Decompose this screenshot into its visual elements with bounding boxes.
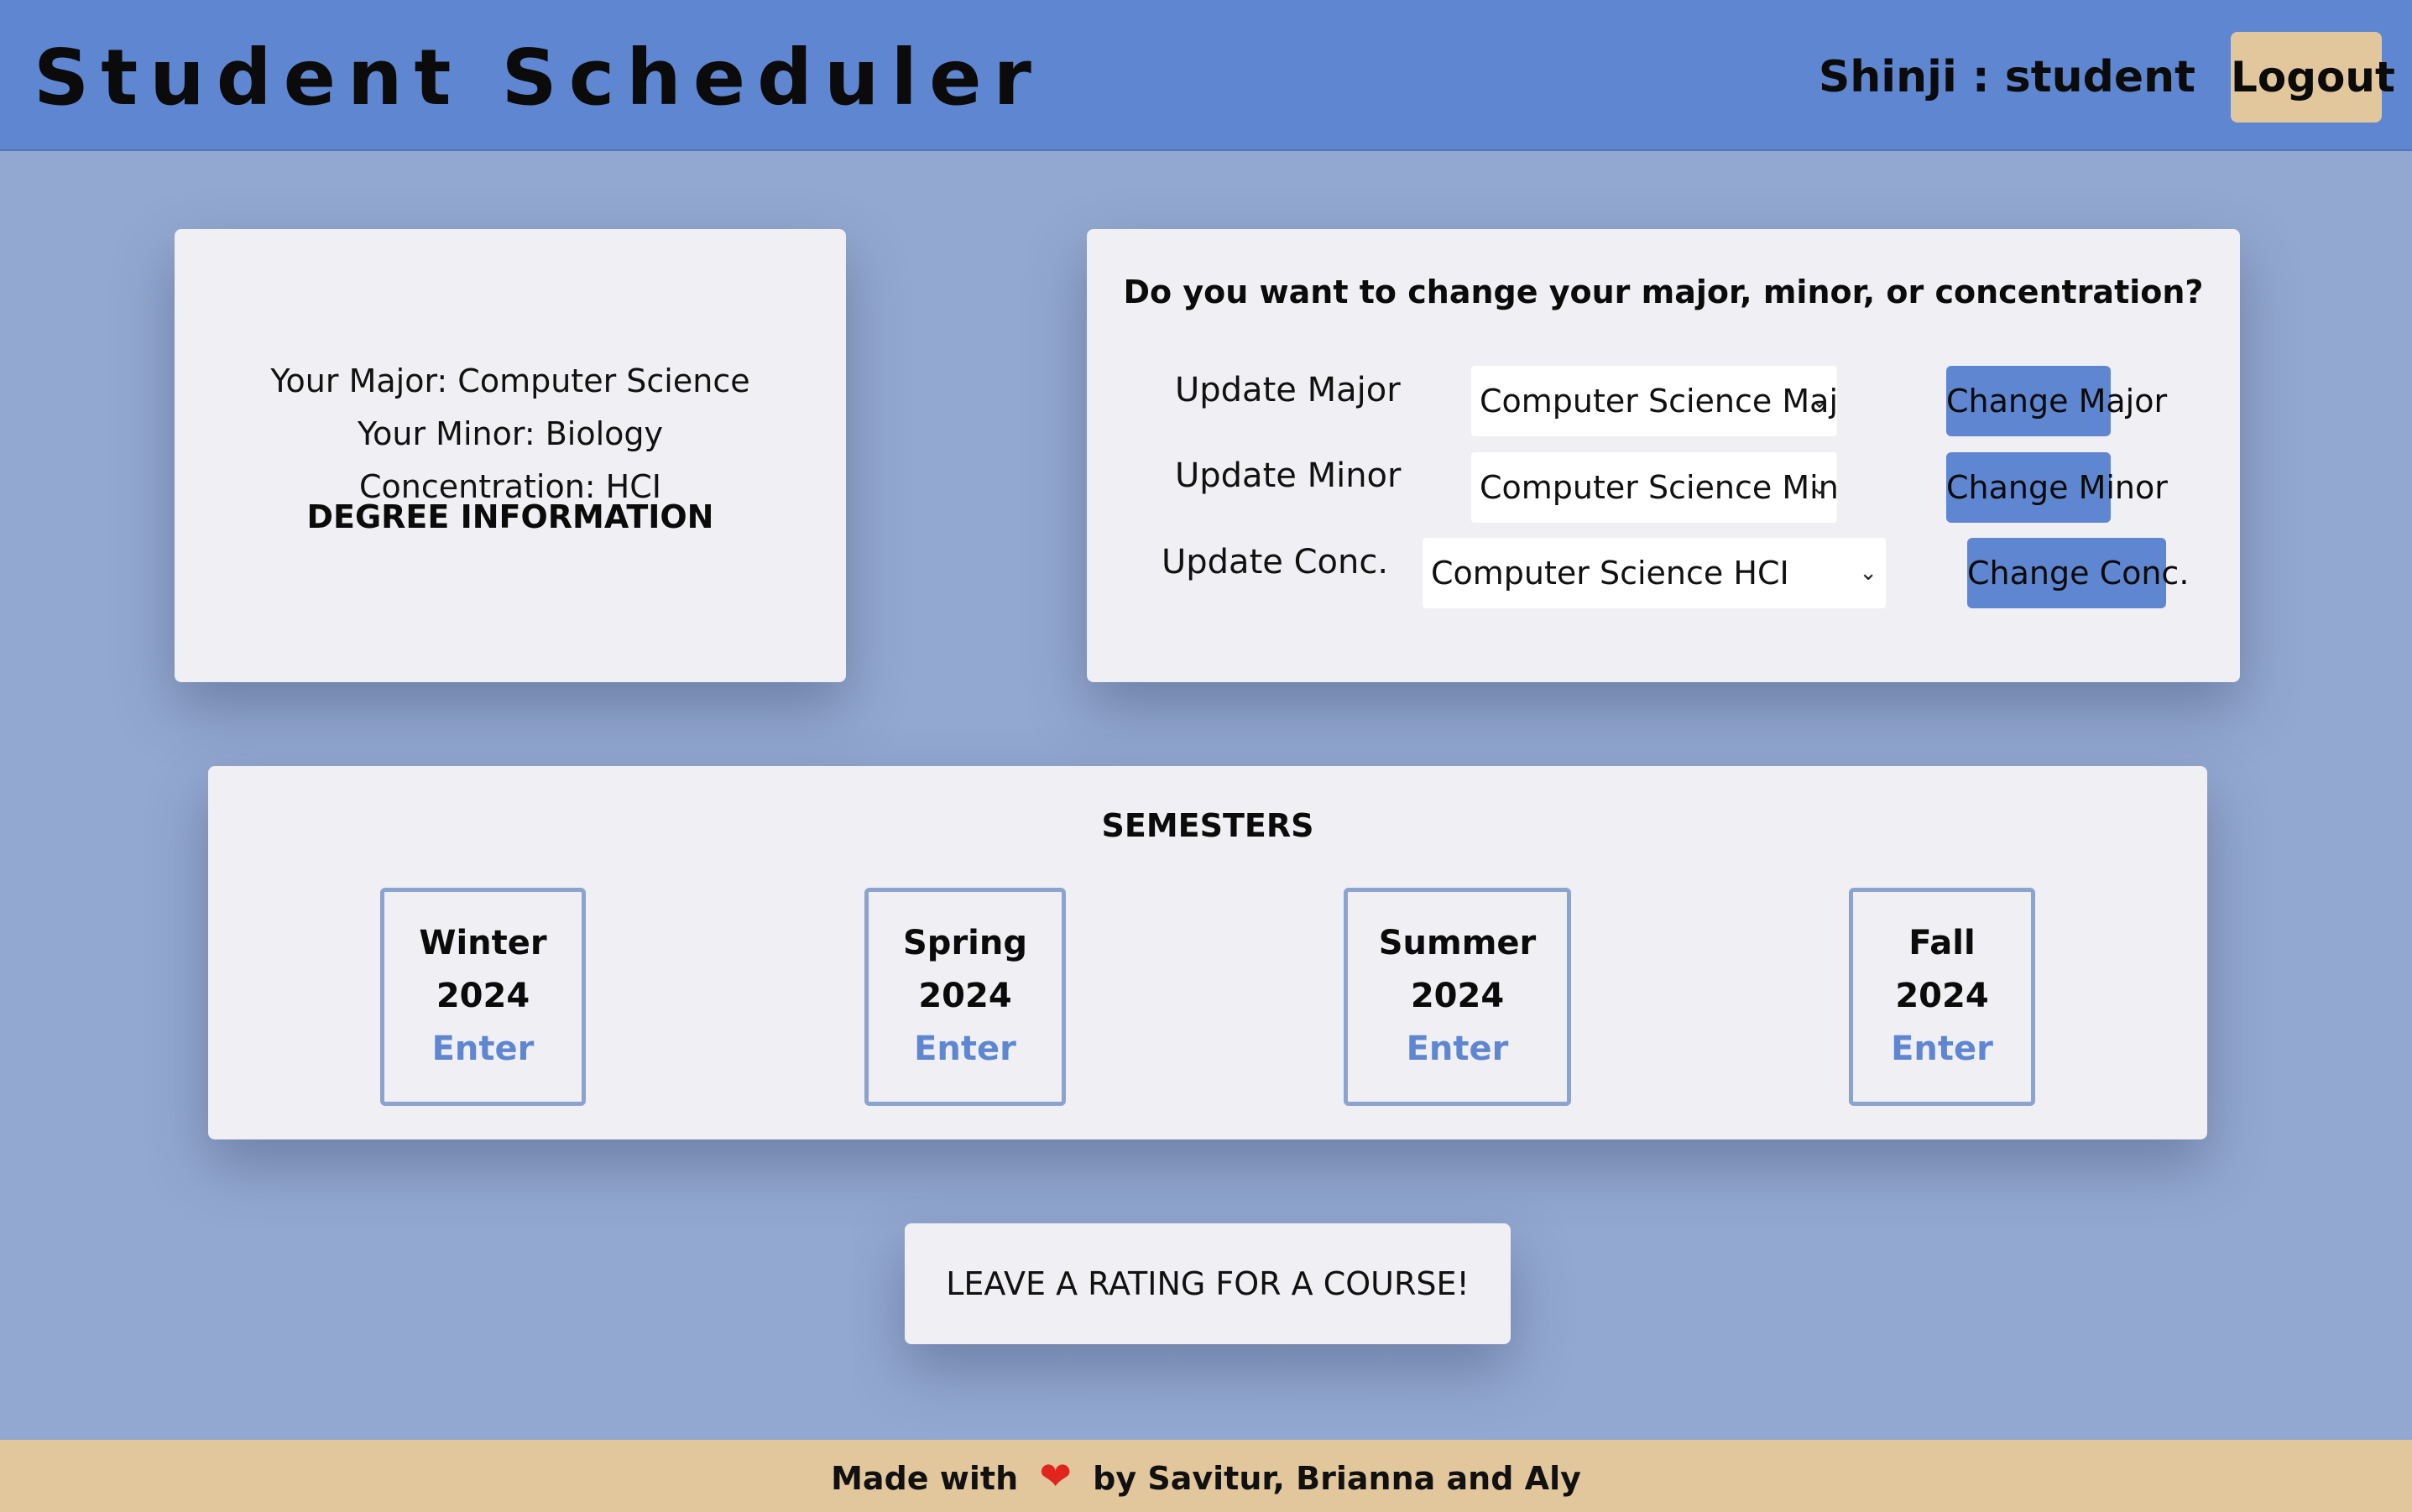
footer-prefix: Made with	[831, 1460, 1019, 1497]
degree-information-card: DEGREE INFORMATION Your Major: Computer …	[175, 229, 846, 682]
concentration-select-value: Computer Science HCI	[1431, 555, 1789, 592]
change-concentration-button[interactable]: Change Conc.	[1967, 538, 2189, 608]
app-header: Student Scheduler Shinji : student Logou…	[0, 0, 2412, 151]
change-program-heading: Do you want to change your major, minor,…	[1123, 274, 2204, 310]
chevron-down-icon: ⌄	[1810, 475, 1829, 500]
semester-year: 2024	[1410, 977, 1505, 1015]
semesters-card: SEMESTERS Winter 2024 Enter Spring 2024 …	[208, 766, 2207, 1139]
semester-season: Fall	[1908, 924, 1976, 962]
update-concentration-label: Update Conc.	[1162, 543, 1389, 581]
logout-button[interactable]: Logout	[2231, 32, 2395, 123]
semester-season: Summer	[1378, 924, 1537, 962]
concentration-info: Concentration: HCI	[358, 468, 662, 505]
semester-year: 2024	[918, 977, 1012, 1015]
minor-select[interactable]: Computer Science Minor ⌄	[1471, 452, 1837, 523]
semester-year: 2024	[1895, 977, 1989, 1015]
leave-rating-button[interactable]: LEAVE A RATING FOR A COURSE!	[905, 1223, 1511, 1344]
major-select-value: Computer Science Major	[1480, 383, 1837, 420]
minor-info: Your Minor: Biology	[357, 415, 663, 452]
chevron-down-icon: ⌄	[1810, 388, 1829, 414]
change-program-card: Do you want to change your major, minor,…	[1087, 229, 2240, 682]
semester-season: Spring	[903, 924, 1027, 962]
semester-enter-link[interactable]: Enter	[1348, 1023, 1567, 1076]
update-major-label: Update Major	[1175, 371, 1401, 409]
minor-select-value: Computer Science Minor	[1480, 469, 1837, 506]
semester-year: 2024	[436, 977, 530, 1015]
semester-enter-link[interactable]: Enter	[1853, 1023, 2031, 1076]
heart-icon: ❤	[1039, 1453, 1072, 1499]
semester-tile-spring[interactable]: Spring 2024 Enter	[864, 888, 1066, 1106]
semester-tile-winter[interactable]: Winter 2024 Enter	[380, 888, 586, 1106]
concentration-select[interactable]: Computer Science HCI ⌄	[1423, 538, 1886, 608]
degree-details: Your Major: Computer Science Your Minor:…	[175, 355, 846, 514]
footer-credits: by Savitur, Brianna and Aly	[1093, 1460, 1581, 1497]
semester-tile-fall[interactable]: Fall 2024 Enter	[1849, 888, 2035, 1106]
major-info: Your Major: Computer Science	[270, 362, 750, 399]
semesters-heading: SEMESTERS	[1101, 807, 1314, 844]
change-minor-button[interactable]: Change Minor	[1946, 452, 2168, 523]
semester-enter-link[interactable]: Enter	[384, 1023, 582, 1076]
app-title: Student Scheduler	[34, 33, 1043, 123]
semester-enter-link[interactable]: Enter	[869, 1023, 1062, 1076]
major-select[interactable]: Computer Science Major ⌄	[1471, 366, 1837, 436]
change-major-button[interactable]: Change Major	[1946, 366, 2167, 436]
semester-tile-summer[interactable]: Summer 2024 Enter	[1344, 888, 1571, 1106]
chevron-down-icon: ⌄	[1859, 560, 1877, 586]
user-role-label: Shinji : student	[1818, 52, 2195, 102]
update-minor-label: Update Minor	[1175, 456, 1402, 495]
footer: Made with ❤ by Savitur, Brianna and Aly	[0, 1440, 2412, 1512]
semester-season: Winter	[419, 924, 547, 962]
